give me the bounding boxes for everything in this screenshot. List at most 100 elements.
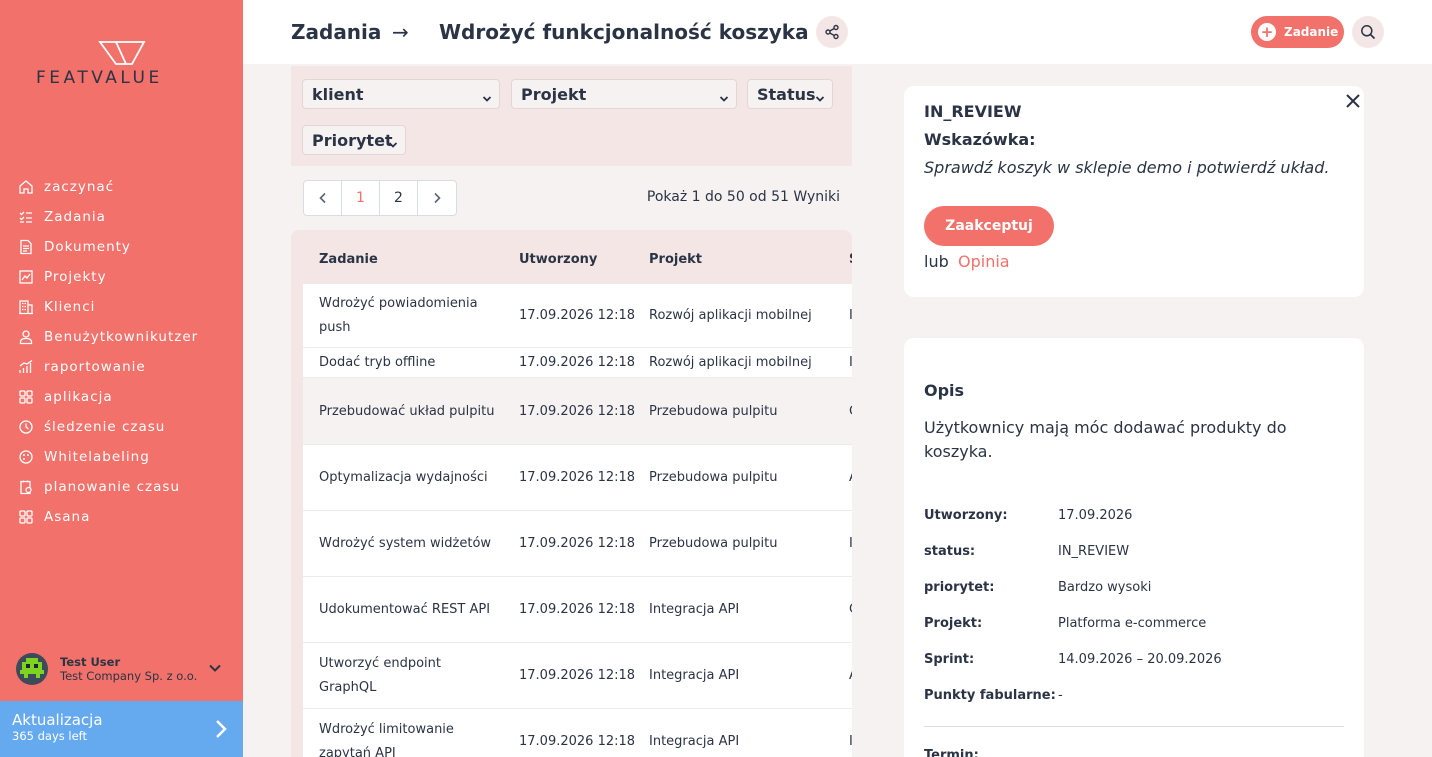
meta-value: 14.09.2026 – 20.09.2026 [1058,652,1222,667]
meta-value: - [1058,688,1063,703]
sidebar-item-clients[interactable]: Klienci [16,292,198,322]
upgrade-banner[interactable]: Aktualizacja 365 days left [0,701,243,757]
or-label: lub [924,252,949,271]
sidebar-item-label: Dokumenty [44,239,131,255]
accept-button[interactable]: Zaakceptuj [924,206,1054,246]
divider [924,726,1344,727]
page-1-button[interactable]: 1 [342,181,380,215]
table-row[interactable]: Wdrożyć powiadomienia push 17.09.2026 12… [303,284,852,348]
tasks-icon [16,207,36,227]
sidebar-item-start[interactable]: zaczynać [16,172,198,202]
sidebar-item-label: Projekty [44,269,107,285]
task-project: Integracja API [649,602,740,617]
time-tracking-icon [16,417,36,437]
sidebar-item-asana[interactable]: Asana [16,502,198,532]
featvalue-logo[interactable]: FEATVALUE [36,40,211,88]
breadcrumb-root[interactable]: Zadania [291,20,381,44]
task-status: I [849,308,852,323]
pixel-avatar-icon [20,658,44,678]
task-name[interactable]: Wdrożyć limitowanie zapytań API [319,709,499,757]
table-row[interactable]: Optymalizacja wydajności 17.09.2026 12:1… [303,445,852,511]
time-planning-icon [16,477,36,497]
sidebar-item-label: Klienci [44,299,96,315]
avatar [16,653,48,685]
home-icon [16,177,36,197]
task-created: 17.09.2026 12:18 [519,308,636,323]
column-header-project[interactable]: Projekt [649,252,702,267]
task-name[interactable]: Utworzyć endpoint GraphQL [319,643,499,709]
meta-key: Projekt: [924,616,983,631]
priority-filter-select[interactable]: Priorytet [302,125,406,155]
close-button[interactable] [1342,90,1364,112]
table-row[interactable]: Udokumentować REST API 17.09.2026 12:18 … [303,577,852,643]
task-name[interactable]: Udokumentować REST API [319,577,499,643]
asana-icon [16,507,36,527]
task-project: Rozwój aplikacji mobilnej [649,308,812,323]
new-task-button[interactable]: + Zadanie [1251,16,1344,48]
sidebar-item-whitelabeling[interactable]: Whitelabeling [16,442,198,472]
client-filter-select[interactable]: klient [302,79,500,109]
sidebar-item-users[interactable]: Benużytkownikutzer [16,322,198,352]
table-row[interactable]: Dodać tryb offline 17.09.2026 12:18 Rozw… [303,348,852,378]
user-menu[interactable]: Test User Test Company Sp. z o.o. [16,652,226,686]
user-name: Test User [60,655,121,669]
upgrade-title: Aktualizacja [12,711,103,729]
prev-page-button[interactable] [304,181,342,215]
hint-text: Sprawdź koszyk w sklepie demo i potwierd… [924,158,1330,177]
sidebar-item-time-tracking[interactable]: śledzenie czasu [16,412,198,442]
sidebar-item-projects[interactable]: Projekty [16,262,198,292]
project-filter-select[interactable]: Projekt [511,79,737,109]
page-2-button[interactable]: 2 [380,181,418,215]
sidebar-item-tasks[interactable]: Zadania [16,202,198,232]
chevron-right-icon [434,192,441,204]
chevron-right-icon [215,719,227,743]
meta-key: priorytet: [924,580,995,595]
column-header-status[interactable]: S [849,252,852,267]
next-page-button[interactable] [418,181,456,215]
sidebar-item-documents[interactable]: Dokumenty [16,232,198,262]
task-name[interactable]: Przebudować układ pulpitu [319,378,499,445]
status-filter-value: Status [757,84,816,104]
table-row[interactable]: Utworzyć endpoint GraphQL 17.09.2026 12:… [303,643,852,709]
task-name[interactable]: Wdrożyć powiadomienia push [319,284,499,348]
sidebar-item-label: Asana [44,509,91,525]
table-row[interactable]: Przebudować układ pulpitu 17.09.2026 12:… [303,378,852,445]
meta-key: status: [924,544,976,559]
column-header-created[interactable]: Utworzony [519,252,597,267]
table-row[interactable]: Wdrożyć system widżetów 17.09.2026 12:18… [303,511,852,577]
task-status: A [849,445,852,511]
status-filter-select[interactable]: Status [747,79,833,109]
task-status: I [849,734,852,749]
share-button[interactable] [816,16,848,48]
sidebar-item-label: Zadania [44,209,106,225]
sidebar-item-label: zaczynać [44,179,115,195]
opinion-link[interactable]: Opinia [958,252,1010,271]
task-created: 17.09.2026 12:18 [519,668,636,683]
documents-icon [16,237,36,257]
user-icon [16,327,36,347]
client-filter-value: klient [312,84,364,104]
sidebar-item-label: śledzenie czasu [44,419,166,435]
task-status: I [849,536,852,551]
close-icon [1346,94,1360,108]
pagination: 1 2 [303,180,457,216]
hint-label: Wskazówka: [924,130,1036,149]
task-name[interactable]: Optymalizacja wydajności [319,445,499,511]
sidebar-item-time-planning[interactable]: planowanie czasu [16,472,198,502]
task-name[interactable]: Dodać tryb offline [319,348,499,378]
task-created: 17.09.2026 12:18 [519,403,636,419]
task-project: Rozwój aplikacji mobilnej [649,355,812,370]
meta-key: Termin: [924,748,979,757]
task-project: Przebudowa pulpitu [649,403,778,419]
sidebar-item-label: raportowanie [44,359,146,375]
sidebar-item-reporting[interactable]: raportowanie [16,352,198,382]
meta-value: 17.09.2026 [1058,508,1133,523]
column-header-task[interactable]: Zadanie [319,252,378,267]
meta-key: Sprint: [924,652,975,667]
sidebar: FEATVALUE zaczynać Zadania Dokumenty Pro… [0,0,243,757]
search-button[interactable] [1352,16,1384,48]
chevron-down-icon[interactable] [208,660,222,679]
table-row[interactable]: Wdrożyć limitowanie zapytań API 17.09.20… [303,709,852,757]
task-name[interactable]: Wdrożyć system widżetów [319,511,499,577]
sidebar-item-apps[interactable]: aplikacja [16,382,198,412]
